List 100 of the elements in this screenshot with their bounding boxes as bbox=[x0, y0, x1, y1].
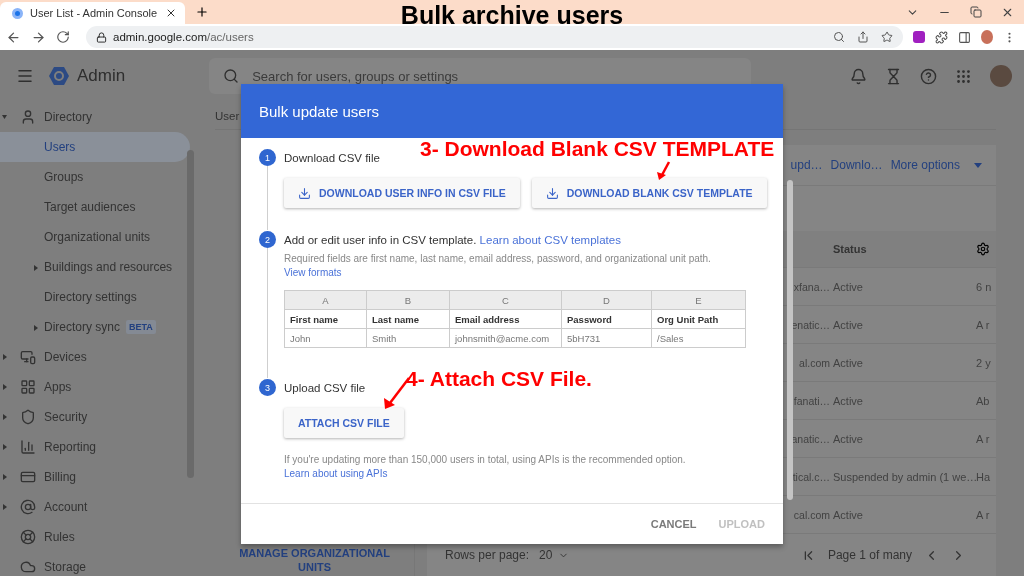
side-panel-icon[interactable] bbox=[958, 30, 971, 44]
dialog-title: Bulk update users bbox=[259, 102, 380, 120]
sidebar-item[interactable]: Storage bbox=[0, 552, 190, 576]
scrollbar[interactable] bbox=[786, 180, 793, 500]
column-letter: D bbox=[562, 291, 652, 310]
table-cell: Active bbox=[833, 356, 863, 369]
column-header[interactable]: Status bbox=[833, 243, 976, 255]
star-icon[interactable] bbox=[881, 31, 893, 43]
help-link[interactable]: View formats bbox=[284, 267, 342, 278]
extension-icon[interactable] bbox=[913, 31, 925, 43]
download-icon bbox=[545, 186, 559, 200]
table-header-cell: Last name bbox=[367, 310, 450, 329]
table-cell: Ha bbox=[976, 470, 991, 483]
shield-icon bbox=[20, 409, 36, 425]
sidebar-item[interactable]: Apps bbox=[0, 372, 190, 402]
hexagon-logo-icon bbox=[49, 66, 69, 86]
table-cell: Active bbox=[833, 394, 863, 407]
download-button[interactable]: DOWNLOAD BLANK CSV TEMPLATE bbox=[531, 178, 767, 208]
help-text: Required fields are first name, last name, email address, password, and organizational unit path. View formats bbox=[284, 252, 712, 280]
users-tab[interactable]: User bbox=[215, 109, 240, 122]
manage-units-button[interactable]: MANAGE ORGANIZATIONAL UNITS bbox=[234, 546, 395, 576]
table-cell: al.com bbox=[799, 356, 830, 369]
table-header-cell: First name bbox=[285, 310, 367, 329]
table-cell: anatic… bbox=[791, 432, 830, 445]
help-icon[interactable] bbox=[920, 67, 937, 85]
download-icon bbox=[298, 186, 311, 200]
sidebar-item[interactable]: Devices bbox=[0, 342, 190, 372]
annotation-arrow bbox=[657, 161, 671, 180]
table-cell: Smith bbox=[367, 329, 450, 348]
table-cell: /Sales bbox=[652, 329, 746, 348]
back-icon[interactable] bbox=[6, 29, 21, 45]
url-text: admin.google.com/ac/users bbox=[113, 31, 254, 43]
sidebar-item[interactable]: Directory bbox=[0, 102, 190, 132]
sidebar-item[interactable]: Users bbox=[0, 132, 190, 162]
avatar[interactable] bbox=[981, 30, 993, 44]
step-number: 3 bbox=[259, 379, 276, 396]
sidebar-item[interactable]: Account bbox=[0, 492, 190, 522]
plus-icon[interactable] bbox=[195, 5, 209, 19]
help-text: If you're updating more than 150,000 users in total, using APIs is the recommended option. Learn about using APIs bbox=[284, 453, 687, 481]
caret-down-icon bbox=[974, 162, 982, 168]
table-cell: tical.c… bbox=[792, 470, 830, 483]
table-cell: 2 y bbox=[976, 356, 991, 369]
search-icon bbox=[223, 68, 240, 84]
forward-icon[interactable] bbox=[31, 29, 46, 45]
apps-grid-icon[interactable] bbox=[955, 67, 972, 85]
sidebar-item[interactable]: Organizational units bbox=[0, 222, 190, 252]
toolbar-link[interactable]: Downlo… bbox=[830, 158, 883, 172]
grid-icon bbox=[20, 379, 36, 395]
menu-icon[interactable] bbox=[16, 67, 34, 85]
table-cell: 6 n bbox=[976, 280, 992, 293]
rows-per-page-select[interactable]: 20 bbox=[539, 548, 570, 562]
download-button[interactable]: DOWNLOAD USER INFO IN CSV FILE bbox=[284, 178, 520, 208]
step-title: Upload CSV file bbox=[284, 381, 366, 396]
person-icon bbox=[20, 109, 36, 125]
rows-per-page-label: Rows per page: bbox=[445, 548, 530, 562]
sidebar-item[interactable]: Target audiences bbox=[0, 192, 190, 222]
table-cell: Ab bbox=[976, 394, 990, 407]
annotation-text: 3- Download Blank CSV TEMPLATE bbox=[420, 139, 775, 159]
card-icon bbox=[20, 469, 36, 485]
cancel-button[interactable]: CANCEL bbox=[644, 514, 703, 534]
column-letter: B bbox=[367, 291, 450, 310]
at-sign-icon bbox=[20, 499, 36, 515]
learn-more-link[interactable]: Learn about CSV templates bbox=[479, 234, 621, 246]
column-letter: E bbox=[652, 291, 746, 310]
column-letter: A bbox=[285, 291, 367, 310]
bell-icon[interactable] bbox=[850, 67, 867, 85]
table-cell: cal.com bbox=[793, 508, 830, 521]
browser-tab[interactable]: User List - Admin Console bbox=[0, 2, 185, 24]
step-title: Add or edit user info in CSV template. Learn about CSV templates bbox=[284, 233, 621, 248]
attach-button[interactable]: ATTACH CSV FILE bbox=[284, 408, 404, 438]
avatar[interactable] bbox=[990, 65, 1012, 87]
settings-icon[interactable] bbox=[976, 242, 990, 256]
sidebar-item[interactable]: Directory sync BETA bbox=[0, 312, 190, 342]
table-cell: fanati… bbox=[793, 394, 830, 407]
sidebar-item[interactable]: Groups bbox=[0, 162, 190, 192]
restore-icon[interactable] bbox=[970, 6, 982, 18]
sidebar-item[interactable]: Directory settings bbox=[0, 282, 190, 312]
table-cell: Active bbox=[833, 280, 863, 293]
sidebar-item[interactable]: Billing bbox=[0, 462, 190, 492]
puzzle-icon[interactable] bbox=[935, 30, 948, 44]
close-icon[interactable] bbox=[165, 7, 177, 19]
table-header-cell: Password bbox=[562, 310, 652, 329]
page-label: Page 1 of many bbox=[827, 548, 912, 562]
scrollbar[interactable] bbox=[187, 150, 194, 478]
search-icon[interactable] bbox=[833, 31, 845, 43]
sidebar-item[interactable]: Buildings and resources bbox=[0, 252, 190, 282]
reload-icon[interactable] bbox=[56, 30, 70, 44]
sidebar-item[interactable]: Reporting bbox=[0, 432, 190, 462]
sidebar-item[interactable]: Rules bbox=[0, 522, 190, 552]
help-link[interactable]: Learn about using APIs bbox=[284, 468, 388, 479]
table-cell: Active bbox=[833, 318, 863, 331]
column-letter: C bbox=[450, 291, 562, 310]
devices-icon bbox=[20, 349, 36, 365]
sidebar-item[interactable]: Security bbox=[0, 402, 190, 432]
toolbar-link[interactable]: upd… bbox=[790, 158, 823, 172]
table-cell: Active bbox=[833, 508, 863, 521]
address-bar[interactable]: admin.google.com/ac/users bbox=[86, 26, 903, 48]
hourglass-icon[interactable] bbox=[885, 67, 902, 85]
share-icon[interactable] bbox=[857, 31, 869, 43]
more-options-menu[interactable]: More options bbox=[890, 158, 982, 172]
